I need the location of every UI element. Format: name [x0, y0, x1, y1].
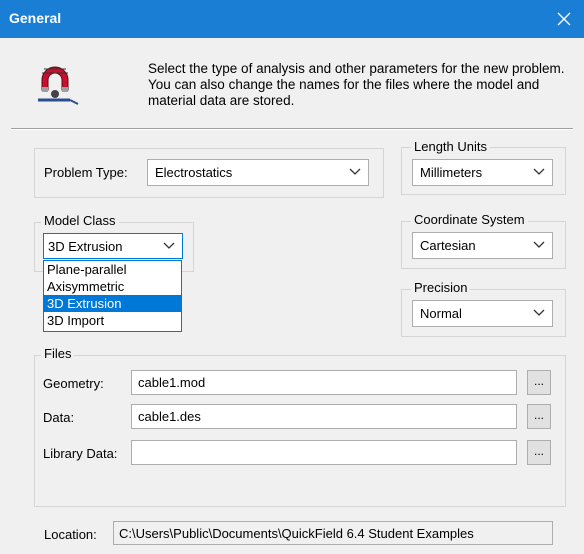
geometry-label: Geometry:	[43, 376, 104, 391]
geometry-field[interactable]: cable1.mod	[131, 370, 517, 395]
model-class-value: 3D Extrusion	[48, 239, 123, 254]
length-units-legend: Length Units	[411, 139, 490, 154]
data-label: Data:	[43, 410, 75, 425]
precision-legend: Precision	[411, 280, 471, 295]
files-legend: Files	[41, 346, 75, 361]
chevron-down-icon	[533, 168, 545, 175]
dialog-description: Select the type of analysis and other pa…	[148, 61, 565, 108]
chevron-down-icon	[533, 309, 545, 316]
location-field: C:\Users\Public\Documents\QuickField 6.4…	[113, 521, 553, 545]
coordinate-system-legend: Coordinate System	[411, 212, 528, 227]
precision-value: Normal	[420, 306, 462, 321]
model-class-legend: Model Class	[41, 213, 119, 228]
chevron-down-icon	[349, 168, 361, 175]
model-class-option[interactable]: 3D Import	[44, 312, 181, 329]
magnet-coil-icon	[38, 66, 79, 105]
library-data-field[interactable]	[131, 440, 517, 465]
library-data-browse-button[interactable]: ...	[527, 440, 551, 465]
length-units-value: Millimeters	[420, 165, 483, 180]
geometry-value: cable1.mod	[138, 375, 206, 390]
library-data-label: Library Data:	[43, 446, 118, 461]
chevron-down-icon	[533, 241, 545, 248]
model-class-option[interactable]: Plane-parallel	[44, 261, 181, 278]
location-value: C:\Users\Public\Documents\QuickField 6.4…	[119, 526, 474, 541]
header-separator	[11, 128, 573, 130]
model-class-dropdown: Plane-parallel Axisymmetric 3D Extrusion…	[43, 260, 182, 332]
title-bar: General	[0, 0, 584, 38]
close-icon	[557, 12, 571, 26]
data-value: cable1.des	[138, 409, 201, 424]
problem-type-label: Problem Type:	[44, 165, 128, 180]
problem-type-value: Electrostatics	[155, 165, 233, 180]
problem-type-select[interactable]: Electrostatics	[147, 159, 369, 186]
location-label: Location:	[44, 527, 97, 542]
data-browse-button[interactable]: ...	[527, 404, 551, 429]
geometry-browse-button[interactable]: ...	[527, 370, 551, 395]
coordinate-system-value: Cartesian	[420, 238, 476, 253]
model-class-option-selected[interactable]: 3D Extrusion	[44, 295, 181, 312]
length-units-select[interactable]: Millimeters	[412, 159, 553, 186]
model-class-option[interactable]: Axisymmetric	[44, 278, 181, 295]
chevron-down-icon	[163, 242, 175, 249]
precision-select[interactable]: Normal	[412, 300, 553, 327]
close-button[interactable]	[544, 0, 584, 38]
coordinate-system-select[interactable]: Cartesian	[412, 232, 553, 259]
model-class-select[interactable]: 3D Extrusion	[43, 233, 183, 259]
data-field[interactable]: cable1.des	[131, 404, 517, 429]
window-title: General	[9, 10, 62, 26]
